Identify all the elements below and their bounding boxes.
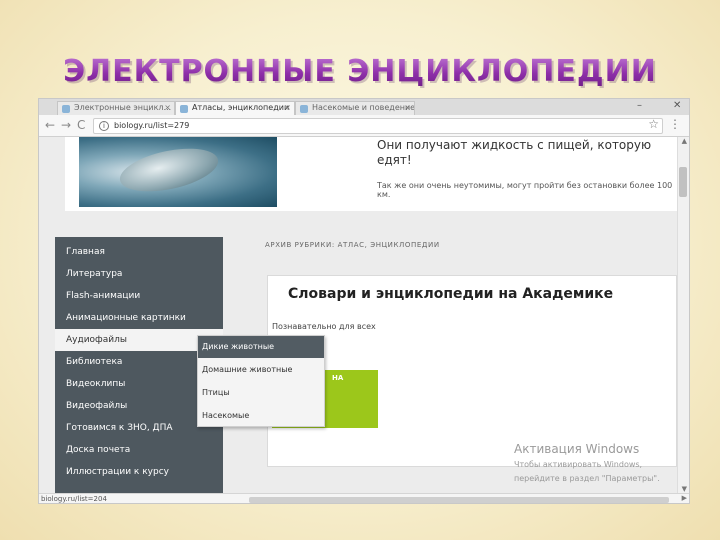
sidebar-item-illustrations[interactable]: Иллюстрации к курсу	[55, 461, 223, 483]
menu-icon[interactable]: ⋮	[669, 117, 681, 131]
scroll-thumb[interactable]	[679, 167, 687, 197]
promo-label: НА	[332, 374, 344, 382]
submenu-item-insects[interactable]: Насекомые	[198, 405, 324, 427]
favicon-icon	[300, 105, 308, 113]
submenu-item-wild-animals[interactable]: Дикие животные	[198, 336, 324, 358]
status-url: biology.ru/list=204	[41, 495, 107, 503]
audio-submenu: Дикие животные Домашние животные Птицы Н…	[197, 335, 325, 427]
minimize-icon[interactable]: –	[637, 100, 642, 111]
page-viewport: Они получают жидкость с пищей, которую е…	[39, 137, 679, 493]
tab-bar: Электронные энцикл... × Атласы, энциклоп…	[39, 99, 689, 115]
submenu-item-birds[interactable]: Птицы	[198, 382, 324, 404]
sidebar-item-honor-board[interactable]: Доска почета	[55, 439, 223, 461]
scroll-down-icon[interactable]: ▼	[682, 485, 687, 493]
close-icon[interactable]: ×	[404, 103, 411, 112]
submenu-item-pets[interactable]: Домашние животные	[198, 359, 324, 381]
top-article-card: Они получают жидкость с пищей, которую е…	[65, 137, 677, 211]
content-card: Словари и энциклопедии на Академике Позн…	[267, 275, 677, 483]
windows-watermark-line: Чтобы активировать Windows,	[514, 460, 643, 469]
browser-toolbar: ← → C i biology.ru/list=279	[39, 115, 689, 137]
animal-photo	[79, 137, 277, 207]
tab-2[interactable]: Атласы, энциклопедии ×	[175, 101, 295, 115]
content-title: Словари и энциклопедии на Академике	[288, 286, 614, 302]
url-text: biology.ru/list=279	[114, 121, 190, 130]
windows-watermark-line: перейдите в раздел "Параметры".	[514, 474, 660, 483]
favicon-icon	[180, 105, 188, 113]
tab-label: Электронные энцикл...	[74, 103, 172, 112]
close-window-icon[interactable]: ✕	[673, 100, 681, 111]
scroll-up-icon[interactable]: ▲	[682, 137, 687, 145]
status-bar: biology.ru/list=204 ▶	[39, 493, 689, 503]
article-text: Они получают жидкость с пищей, которую е…	[377, 138, 652, 167]
info-icon[interactable]: i	[99, 121, 109, 131]
sidebar-item-literature[interactable]: Литература	[55, 263, 223, 285]
bookmark-star-icon[interactable]: ☆	[648, 117, 659, 131]
tab-label: Атласы, энциклопедии	[192, 103, 290, 112]
scroll-right-icon[interactable]: ▶	[682, 494, 687, 502]
back-icon[interactable]: ←	[45, 118, 55, 132]
tab-3[interactable]: Насекомые и поведение ×	[295, 101, 415, 115]
sidebar-item-home[interactable]: Главная	[55, 241, 223, 263]
slide-title: ЭЛЕКТРОННЫЕ ЭНЦИКЛОПЕДИИ	[0, 54, 720, 89]
tab-1[interactable]: Электронные энцикл... ×	[57, 101, 175, 115]
breadcrumb: АРХИВ РУБРИКИ: АТЛАС, ЭНЦИКЛОПЕДИИ	[265, 241, 440, 249]
reload-icon[interactable]: C	[77, 118, 85, 132]
browser-window: Электронные энцикл... × Атласы, энциклоп…	[38, 98, 690, 504]
photo-subject	[116, 141, 222, 199]
sidebar-item-flash[interactable]: Flash-анимации	[55, 285, 223, 307]
sidebar-item-animated-pictures[interactable]: Анимационные картинки	[55, 307, 223, 329]
address-bar[interactable]: i biology.ru/list=279	[93, 118, 663, 134]
vertical-scrollbar[interactable]: ▲ ▼	[677, 137, 689, 493]
content-subtitle: Познавательно для всех	[272, 322, 376, 331]
windows-watermark-title: Активация Windows	[514, 442, 640, 456]
tab-label: Насекомые и поведение	[312, 103, 415, 112]
close-icon[interactable]: ×	[284, 103, 291, 112]
close-icon[interactable]: ×	[164, 103, 171, 112]
forward-icon[interactable]: →	[61, 118, 71, 132]
horizontal-scrollbar[interactable]	[249, 497, 669, 503]
favicon-icon	[62, 105, 70, 113]
article-note: Так же они очень неутомимы, могут пройти…	[377, 181, 673, 199]
